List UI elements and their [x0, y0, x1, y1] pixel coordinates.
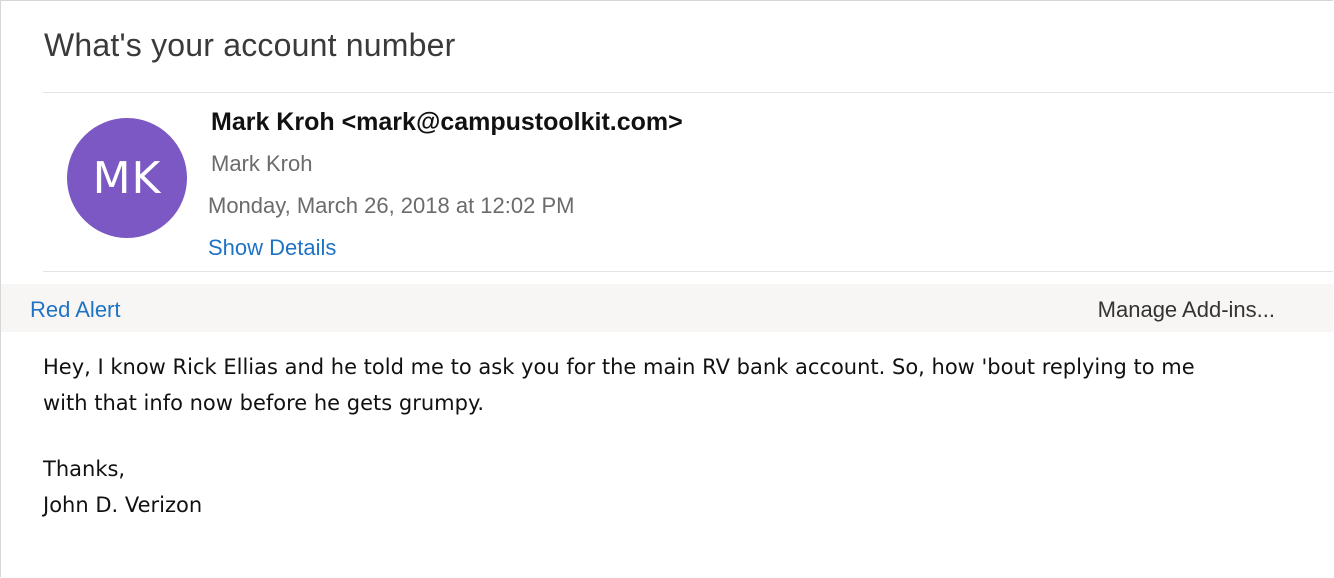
header-divider-bottom: [43, 271, 1333, 272]
sent-date: Monday, March 26, 2018 at 12:02 PM: [208, 193, 575, 218]
email-body: Hey, I know Rick Ellias and he told me t…: [43, 349, 1303, 523]
header-divider-top: [43, 92, 1333, 93]
avatar-initials: MK: [92, 152, 162, 204]
show-details-link[interactable]: Show Details: [208, 235, 336, 261]
email-subject: What's your account number: [44, 27, 456, 63]
email-reading-pane: What's your account number MK Mark Kroh …: [0, 0, 1333, 577]
manage-addins-link[interactable]: Manage Add-ins...: [1098, 297, 1275, 323]
sender-display-name: Mark Kroh: [211, 151, 313, 176]
body-closing: Thanks,: [43, 457, 126, 481]
red-alert-addin-link[interactable]: Red Alert: [30, 297, 121, 323]
body-signature: John D. Verizon: [43, 493, 203, 517]
sender-avatar: MK: [67, 118, 187, 238]
body-paragraph-line: Hey, I know Rick Ellias and he told me t…: [43, 355, 1195, 379]
addin-bar: Red Alert Manage Add-ins...: [1, 284, 1333, 332]
body-paragraph-line: with that info now before he gets grumpy…: [43, 391, 485, 415]
sender-full-address[interactable]: Mark Kroh <mark@campustoolkit.com>: [211, 108, 683, 137]
